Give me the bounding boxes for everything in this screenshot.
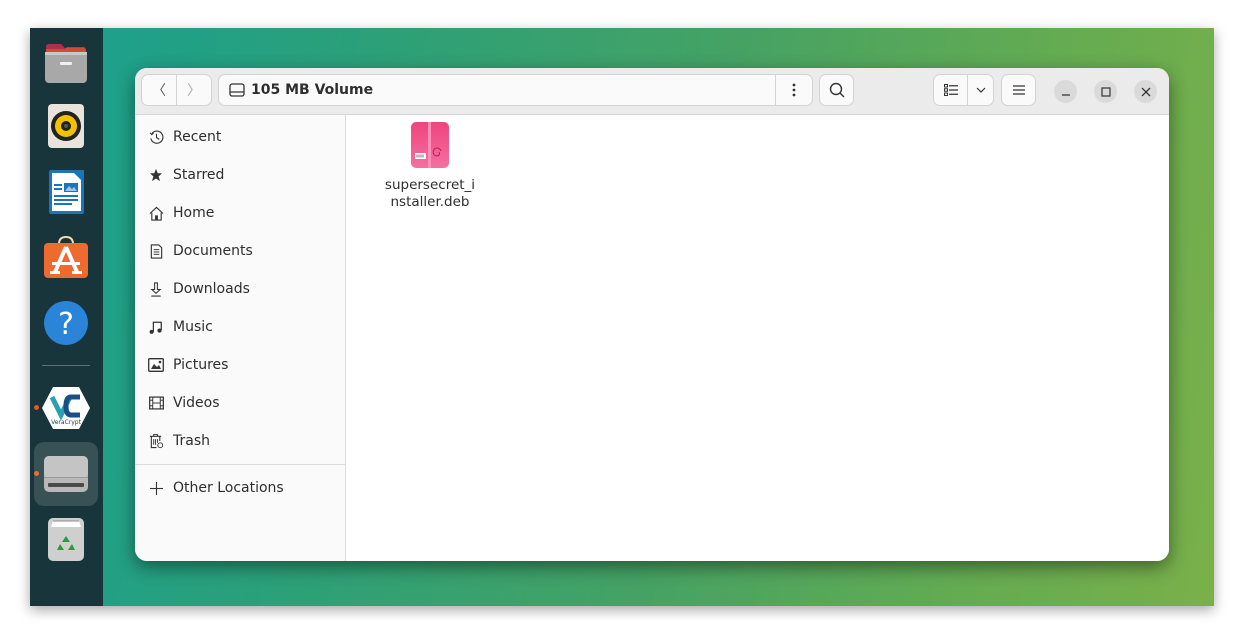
sidebar-item-label: Documents	[173, 243, 253, 259]
dock-item-help[interactable]: ?	[39, 296, 93, 350]
sidebar-item-label: Pictures	[173, 357, 229, 373]
dock-item-trash[interactable]	[39, 512, 93, 566]
veracrypt-icon: VeraCrypt	[42, 387, 90, 429]
clock-icon	[148, 129, 164, 145]
sidebar-separator	[135, 464, 345, 465]
sidebar-item-pictures[interactable]: Pictures	[135, 346, 345, 384]
picture-icon	[148, 357, 164, 373]
sidebar-item-starred[interactable]: Starred	[135, 156, 345, 194]
dock-separator	[42, 365, 90, 366]
path-bar[interactable]: 105 MB Volume	[218, 74, 813, 106]
music-icon	[148, 319, 164, 335]
search-button[interactable]	[819, 74, 854, 106]
software-icon	[44, 235, 88, 278]
header-bar: 〈 〉 105 MB Volume	[135, 68, 1169, 115]
maximize-button[interactable]	[1094, 80, 1117, 103]
download-icon	[148, 281, 164, 297]
back-button[interactable]: 〈	[142, 75, 176, 105]
sidebar-item-label: Music	[173, 319, 213, 335]
sidebar: Recent Starred Home Documents Downloads	[135, 115, 346, 561]
video-icon	[148, 395, 164, 411]
sidebar-item-music[interactable]: Music	[135, 308, 345, 346]
sidebar-item-recent[interactable]: Recent	[135, 118, 345, 156]
dock-item-software[interactable]	[39, 230, 93, 284]
sidebar-item-label: Videos	[173, 395, 220, 411]
files-icon	[45, 44, 87, 83]
sidebar-item-documents[interactable]: Documents	[135, 232, 345, 270]
dock-item-veracrypt[interactable]: VeraCrypt	[39, 381, 93, 435]
help-icon: ?	[44, 301, 88, 345]
trash-icon	[148, 433, 164, 449]
file-view[interactable]: supersecret_installer.deb	[346, 115, 1169, 561]
document-icon	[148, 243, 164, 259]
sidebar-item-trash[interactable]: Trash	[135, 422, 345, 460]
sidebar-item-label: Trash	[173, 433, 210, 449]
sidebar-item-other-locations[interactable]: Other Locations	[135, 469, 345, 507]
dock-item-files[interactable]	[39, 36, 93, 90]
search-icon	[829, 82, 844, 98]
path-label: 105 MB Volume	[251, 82, 374, 98]
minimize-button[interactable]	[1054, 80, 1077, 103]
main-menu-button[interactable]	[1001, 74, 1036, 106]
close-icon	[1141, 87, 1150, 96]
chevron-right-icon: 〉	[186, 83, 201, 99]
file-name: supersecret_installer.deb	[384, 177, 476, 210]
sidebar-item-videos[interactable]: Videos	[135, 384, 345, 422]
view-toggle	[933, 74, 994, 106]
minimize-icon	[1061, 93, 1070, 96]
dock-item-rhythmbox[interactable]	[39, 99, 93, 153]
rhythmbox-icon	[48, 104, 84, 148]
more-vertical-icon	[792, 83, 796, 97]
svg-text:?: ?	[58, 307, 74, 342]
list-view-button[interactable]	[934, 75, 967, 105]
deb-package-icon	[411, 122, 449, 168]
sidebar-item-label: Starred	[173, 167, 225, 183]
trash-icon	[48, 518, 84, 561]
writer-icon	[49, 170, 84, 214]
dock-item-writer[interactable]	[39, 165, 93, 219]
dock-item-volume[interactable]	[34, 442, 98, 506]
svg-text:VeraCrypt: VeraCrypt	[51, 419, 81, 426]
maximize-icon	[1100, 86, 1111, 97]
path-menu-button[interactable]	[775, 75, 812, 105]
drive-icon	[44, 456, 88, 492]
drive-icon	[229, 83, 245, 97]
view-options-button[interactable]	[968, 75, 993, 105]
sidebar-item-home[interactable]: Home	[135, 194, 345, 232]
sidebar-item-downloads[interactable]: Downloads	[135, 270, 345, 308]
hamburger-menu-icon	[1012, 85, 1025, 95]
dock: ? VeraCrypt	[30, 28, 103, 606]
sidebar-item-label: Other Locations	[173, 480, 284, 496]
navigation-buttons: 〈 〉	[141, 74, 212, 106]
chevron-left-icon: 〈	[152, 83, 166, 99]
sidebar-item-label: Home	[173, 205, 215, 221]
close-button[interactable]	[1134, 80, 1157, 103]
plus-icon	[148, 480, 164, 496]
list-view-icon	[943, 84, 958, 96]
sidebar-item-label: Downloads	[173, 281, 250, 297]
forward-button[interactable]: 〉	[177, 75, 211, 105]
file-item[interactable]: supersecret_installer.deb	[382, 121, 478, 211]
home-icon	[148, 205, 164, 221]
file-manager-window: 〈 〉 105 MB Volume Recent Starred Home Do…	[135, 68, 1169, 561]
chevron-down-icon	[976, 87, 986, 93]
star-icon	[148, 167, 164, 183]
sidebar-item-label: Recent	[173, 129, 222, 145]
